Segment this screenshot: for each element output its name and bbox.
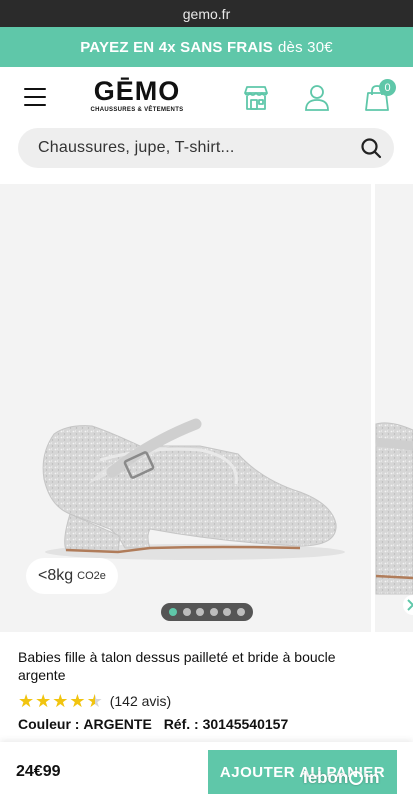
pagination-dot[interactable] <box>196 608 205 616</box>
logo-brand: GĒMO <box>93 76 181 106</box>
product-rating[interactable]: ★ ★ ★ ★ ★ (142 avis) <box>18 692 171 710</box>
ref-label: Réf. : <box>163 716 199 732</box>
watermark-o-icon <box>349 771 364 785</box>
star-half-icon: ★ <box>86 691 103 711</box>
store-icon[interactable] <box>241 83 271 113</box>
gemo-logo[interactable]: GĒMO CHAUSSURES & VÊTEMENTS <box>82 76 192 114</box>
pagination-dot[interactable] <box>169 608 178 616</box>
pagination-dot[interactable] <box>209 608 218 616</box>
promo-small-text: dès 30€ <box>278 38 333 56</box>
promo-main-text: PAYEZ EN 4x SANS FRAIS <box>80 38 273 56</box>
ref-value: 30145540157 <box>202 716 289 732</box>
co2-badge[interactable]: <8kg CO2e <box>26 558 118 594</box>
account-icon[interactable] <box>302 83 332 113</box>
search-input[interactable]: Chaussures, jupe, T-shirt... <box>38 139 235 157</box>
watermark-text-before: lebon <box>303 768 349 787</box>
search-bar[interactable]: Chaussures, jupe, T-shirt... <box>18 128 394 168</box>
star-icon: ★ <box>69 691 86 711</box>
chevron-right-icon[interactable] <box>398 594 413 616</box>
product-meta: Couleur : ARGENTE Réf. : 30145540157 <box>18 716 288 732</box>
product-price: 24€99 <box>16 763 61 780</box>
co2-unit: CO2e <box>77 570 106 582</box>
star-icon: ★ <box>35 691 52 711</box>
review-count[interactable]: (142 avis) <box>110 693 171 709</box>
watermark-text-after: in <box>364 768 380 787</box>
gallery-pagination <box>161 603 253 621</box>
logo-tagline: CHAUSSURES & VÊTEMENTS <box>90 107 184 113</box>
slide-separator <box>371 184 375 632</box>
cart-count-badge: 0 <box>379 79 396 96</box>
pagination-dot[interactable] <box>223 608 232 616</box>
promo-banner[interactable]: PAYEZ EN 4x SANS FRAIS dès 30€ <box>0 27 413 67</box>
pagination-dot[interactable] <box>236 608 245 616</box>
co2-value: <8kg <box>38 567 74 584</box>
star-rating-icon: ★ ★ ★ ★ ★ <box>18 692 104 710</box>
star-icon: ★ <box>52 691 69 711</box>
search-icon[interactable] <box>360 137 382 159</box>
browser-url-bar[interactable]: gemo.fr <box>0 0 413 27</box>
url-text: gemo.fr <box>182 5 231 22</box>
star-icon: ★ <box>18 691 35 711</box>
site-header: GĒMO CHAUSSURES & VÊTEMENTS <box>0 67 413 127</box>
menu-icon[interactable] <box>24 88 46 106</box>
color-value: ARGENTE <box>83 716 152 732</box>
product-title: Babies fille à talon dessus pailleté et … <box>18 649 336 683</box>
color-label: Couleur : <box>18 716 80 732</box>
leboncoin-watermark: lebon in <box>303 768 379 788</box>
pagination-dot[interactable] <box>182 608 191 616</box>
